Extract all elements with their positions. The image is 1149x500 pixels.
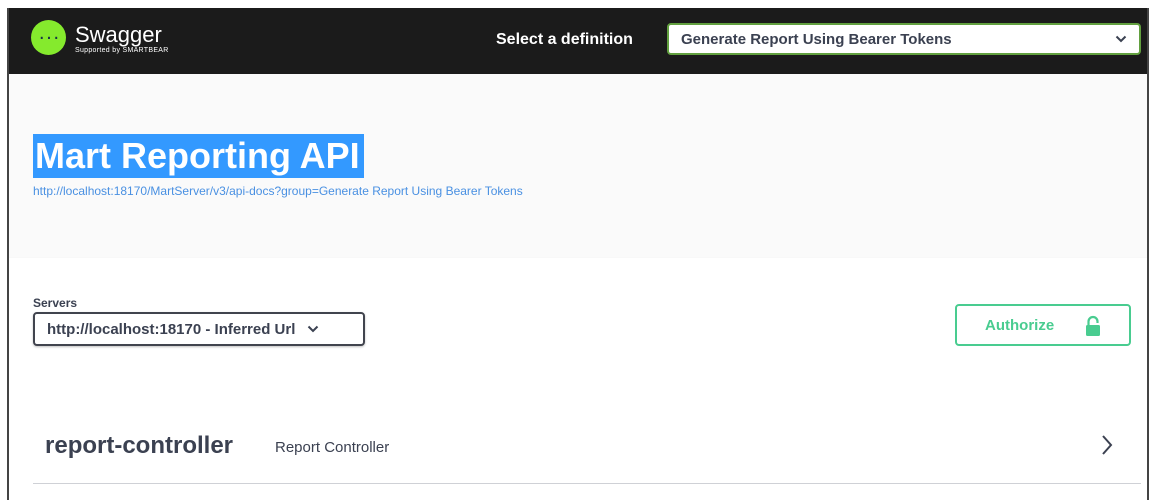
- authorize-button[interactable]: Authorize: [955, 304, 1131, 346]
- browser-viewport: {···} Swagger Supported by SMARTBEAR Sel…: [7, 8, 1149, 500]
- svg-text:{···}: {···}: [38, 31, 60, 45]
- cropped-header-text: [0, 0, 1149, 8]
- swagger-logo-icon: {···}: [31, 20, 66, 55]
- page-title: Mart Reporting API: [33, 134, 364, 178]
- api-info: Mart Reporting API http://localhost:1817…: [9, 74, 1147, 258]
- authorize-label: Authorize: [985, 316, 1055, 334]
- servers-select-value: http://localhost:18170 - Inferred Url: [47, 320, 296, 338]
- swagger-logo[interactable]: {···} Swagger Supported by SMARTBEAR: [31, 20, 169, 55]
- chevron-down-icon: [307, 320, 319, 338]
- api-docs-link[interactable]: http://localhost:18170/MartServer/v3/api…: [33, 184, 523, 198]
- logo-subtitle: Supported by SMARTBEAR: [75, 46, 169, 54]
- tag-report-controller[interactable]: report-controller Report Controller: [33, 410, 1141, 484]
- tag-name: report-controller: [45, 432, 234, 459]
- definition-select[interactable]: Generate Report Using Bearer Tokens: [667, 23, 1141, 55]
- topbar: {···} Swagger Supported by SMARTBEAR Sel…: [9, 8, 1147, 74]
- scheme-container: Servers http://localhost:18170 - Inferre…: [9, 258, 1147, 382]
- chevron-right-icon: [1101, 434, 1113, 461]
- servers-label: Servers: [33, 296, 78, 310]
- servers-select[interactable]: http://localhost:18170 - Inferred Url: [33, 312, 365, 346]
- definition-label: Select a definition: [496, 31, 633, 48]
- definition-select-value: Generate Report Using Bearer Tokens: [681, 30, 952, 48]
- lock-icon: [1085, 315, 1101, 342]
- chevron-down-icon: [1115, 30, 1127, 48]
- tag-description: Report Controller: [275, 439, 390, 456]
- operations-section: report-controller Report Controller: [9, 382, 1147, 500]
- logo-title: Swagger: [75, 21, 162, 47]
